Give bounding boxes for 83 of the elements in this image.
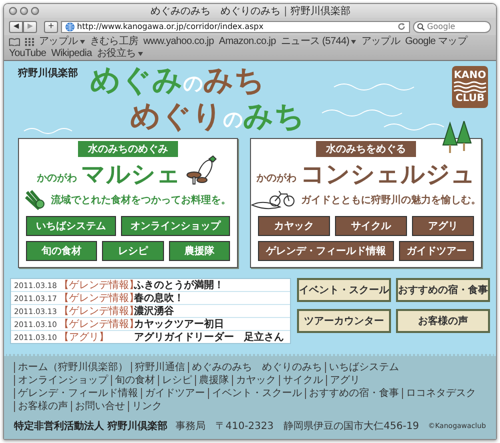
bookmark-link[interactable]: きむら工房 <box>90 36 138 47</box>
quick-link-button[interactable]: イベント・スクール <box>297 278 391 302</box>
service-button[interactable]: ガイドツアー <box>398 241 474 261</box>
footer-link[interactable]: アグリ <box>326 375 363 386</box>
card-subtitle: かのがわ <box>37 172 77 185</box>
url-text: http://www.kanogawa.or.jp/corridor/index.aspx <box>77 22 264 31</box>
card-tag: 水のみちをめぐる <box>316 141 416 157</box>
quick-link-button[interactable]: お客様の声 <box>396 309 490 333</box>
service-button[interactable]: 農援隊 <box>168 241 230 261</box>
book-icon[interactable] <box>9 38 20 46</box>
service-button[interactable]: ゲレンデ・フィールド情報 <box>258 241 394 261</box>
service-button[interactable]: レシピ <box>102 241 164 261</box>
footer-link[interactable]: 農援隊 <box>195 375 232 386</box>
footer-link[interactable]: リンク <box>128 401 165 412</box>
service-button[interactable]: いちばシステム <box>26 216 116 236</box>
service-button[interactable]: 旬の食材 <box>26 241 98 261</box>
address-field[interactable]: http://www.kanogawa.or.jp/corridor/index.aspx <box>61 20 410 32</box>
news-link[interactable]: 濃沢湧谷 <box>134 304 174 318</box>
news-category: 【ゲレンデ情報】 <box>59 318 131 331</box>
footer-link[interactable]: サイクル <box>279 375 326 386</box>
search-field[interactable]: Google <box>413 20 491 32</box>
news-category: 【ゲレンデ情報】 <box>59 304 131 318</box>
news-category: 【アグリ】 <box>59 330 110 344</box>
footer-link[interactable]: ガイドツアー <box>141 388 208 399</box>
bookmark-link[interactable]: ニュース (5744) <box>280 36 356 47</box>
wave-line <box>24 128 72 134</box>
window-title: めぐみのみち めぐりのみち｜狩野川倶楽部 <box>150 4 352 18</box>
news-link[interactable]: ふきのとうが満開！ <box>134 278 224 292</box>
quick-link-button[interactable]: ツアーカウンター <box>297 309 391 333</box>
bookmark-link[interactable]: Amazon.co.jp <box>218 36 276 47</box>
quick-link-button[interactable]: おすすめの宿・食事 <box>396 278 490 302</box>
minimize-button[interactable] <box>20 7 28 15</box>
site-title: めぐみのみち <box>90 64 265 100</box>
news-link[interactable]: カヤックツアー初日 <box>134 317 224 331</box>
footer-link[interactable]: オンラインショップ <box>14 375 111 386</box>
bookmark-link[interactable]: アップル <box>361 36 400 47</box>
card-description: ガイドとともに狩野川の魅力を愉しむ。 <box>301 194 481 207</box>
card-description: 流域でとれた食材をつかってお料理を。 <box>51 193 231 207</box>
bookmark-link[interactable]: YouTube <box>9 48 46 59</box>
footer-link[interactable]: おすすめの宿・食事 <box>305 388 402 399</box>
footer-link[interactable]: いちばシステム <box>325 362 402 373</box>
footer-org-name: 特定非営利活動法人 狩野川倶楽部 <box>14 419 168 433</box>
footer-link[interactable]: ゲレンデ・フィールド情報 <box>14 388 141 399</box>
card-subtitle: かのがわ <box>256 172 296 185</box>
footer-link[interactable]: 旬の食材 <box>111 375 158 386</box>
card-title: マルシェ <box>81 159 181 189</box>
zoom-button[interactable] <box>31 7 39 15</box>
wave-line <box>384 124 444 130</box>
footer-link[interactable]: めぐみのみち めぐりのみち <box>188 362 325 373</box>
news-category: 【ゲレンデ情報】 <box>59 292 131 305</box>
footer-link[interactable]: お客様の声 <box>14 401 71 412</box>
close-button[interactable] <box>9 7 17 15</box>
footer-link[interactable]: レシピ <box>158 375 195 386</box>
card-tag: 水のみちのめぐみ <box>78 141 178 157</box>
footer-link[interactable]: ホーム（狩野川倶楽部） <box>14 362 131 373</box>
bookmark-link[interactable]: お役立ち <box>96 48 143 59</box>
reload-icon[interactable] <box>397 22 406 31</box>
greens-drawing <box>25 190 47 210</box>
org-name: 狩野川倶楽部 <box>18 66 79 80</box>
news-category: 【ゲレンデ情報】 <box>59 278 131 292</box>
footer-link[interactable]: イベント・スクール <box>208 388 305 399</box>
service-button[interactable]: オンラインショップ <box>120 216 230 236</box>
card-title: コンシェルジュ <box>300 159 476 189</box>
footer-address: 事務局 〒410-2323 静岡県伊豆の国市大仁456-19 <box>175 420 420 433</box>
service-button[interactable]: カヤック <box>258 216 330 236</box>
footer-link[interactable]: ロコネタデスク <box>402 388 479 399</box>
footer-link[interactable]: カヤック <box>232 375 279 386</box>
service-button[interactable]: サイクル <box>335 216 407 236</box>
site-title: めぐり のみち <box>129 100 305 136</box>
logo[interactable]: KANO CLUB <box>452 66 488 108</box>
service-button[interactable]: アグリ <box>412 216 474 236</box>
footer-link[interactable]: 狩野川通信 <box>131 362 188 373</box>
bookmark-link[interactable]: www.yahoo.co.jp <box>143 36 214 47</box>
bookmark-link[interactable]: Google マップ <box>405 36 468 47</box>
news-link[interactable]: 春の息吹！ <box>134 291 184 305</box>
globe-icon <box>65 22 75 32</box>
footer-link[interactable]: お問い合せ <box>71 401 128 412</box>
search-icon <box>417 22 425 30</box>
bookmark-link[interactable]: Wikipedia <box>51 48 92 59</box>
bookmark-link[interactable]: アップル <box>39 36 85 47</box>
add-bookmark-button[interactable]: + <box>44 20 58 32</box>
news-link[interactable]: アグリガイドリーダー 足立さん <box>134 330 284 344</box>
grid-icon[interactable] <box>25 38 34 46</box>
